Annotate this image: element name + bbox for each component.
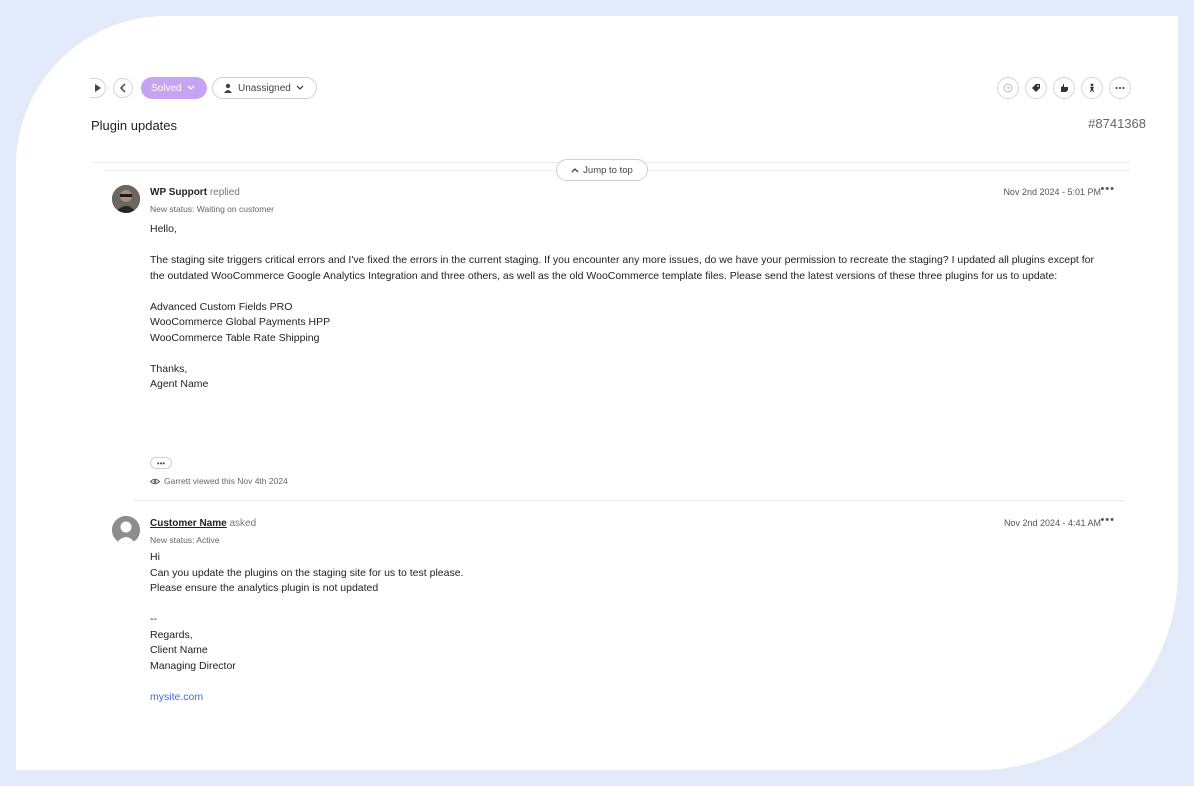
ticket-id: #8741368: [1088, 116, 1146, 131]
message-divider: [133, 500, 1125, 501]
message-line: WooCommerce Table Rate Shipping: [150, 331, 320, 344]
person-icon: [1090, 83, 1094, 92]
status-change: New status: Active: [150, 535, 220, 545]
message-line: Agent Name: [150, 378, 209, 390]
message-line: --: [150, 613, 157, 625]
message-line: WooCommerce Global Payments HPP: [150, 316, 331, 328]
clock-icon: [1003, 83, 1013, 93]
author-action: replied: [209, 187, 240, 198]
more-icon: [1115, 87, 1125, 89]
show-more-button[interactable]: •••: [150, 457, 172, 469]
status-dropdown-label: Solved: [151, 82, 182, 94]
collapse-button[interactable]: [90, 78, 106, 98]
message-line: Please ensure the analytics plugin is no…: [150, 582, 379, 594]
jump-to-top-label: Jump to top: [583, 164, 633, 176]
viewed-indicator: Garrett viewed this Nov 4th 2024: [150, 476, 288, 486]
message-line: Regards,: [150, 628, 193, 641]
message-line: Client Name: [150, 644, 208, 656]
signature-link[interactable]: mysite.com: [150, 691, 203, 703]
message-line: Managing Director: [150, 659, 236, 672]
status-change: New status: Waiting on customer: [150, 204, 274, 214]
agent-avatar-image: [112, 185, 140, 213]
message-body: Hello, The staging site triggers critica…: [150, 222, 1110, 393]
message-line: Hello,: [150, 223, 177, 235]
back-icon: [119, 83, 126, 93]
chevron-down-icon: [187, 85, 195, 90]
followers-button[interactable]: [1081, 77, 1103, 99]
timestamp: Nov 2nd 2024 - 4:41 AM: [1003, 518, 1101, 528]
snooze-button[interactable]: [997, 77, 1019, 99]
message-line: Hi: [150, 551, 160, 563]
timestamp: Nov 2nd 2024 - 5:01 PM: [1003, 187, 1101, 197]
message-paragraph: The staging site triggers critical error…: [150, 254, 1094, 282]
jump-to-top-button[interactable]: Jump to top: [556, 159, 648, 181]
more-options-button[interactable]: [1109, 77, 1131, 99]
message-more-icon[interactable]: •••: [1100, 514, 1115, 526]
play-icon: [94, 84, 101, 92]
tag-button[interactable]: [1025, 77, 1047, 99]
chevron-up-icon: [571, 168, 579, 173]
assignee-dropdown[interactable]: Unassigned: [212, 77, 317, 99]
status-dropdown[interactable]: Solved: [141, 77, 207, 99]
message-more-icon[interactable]: •••: [1100, 183, 1115, 195]
message-body: Hi Can you update the plugins on the sta…: [150, 550, 1110, 705]
avatar[interactable]: [112, 516, 140, 544]
ticket-title: Plugin updates: [91, 118, 178, 133]
assignee-icon: [224, 83, 232, 93]
tag-icon: [1032, 84, 1040, 92]
message-line: Can you update the plugins on the stagin…: [150, 566, 464, 579]
assign-to-me-button[interactable]: [1053, 77, 1075, 99]
author-action: asked: [229, 518, 257, 529]
avatar[interactable]: [112, 185, 140, 213]
back-button[interactable]: [113, 78, 133, 98]
message-line: Advanced Custom Fields PRO: [150, 300, 293, 313]
eye-icon: [150, 478, 160, 484]
ticket-toolbar: Solved Unassigned: [80, 76, 1131, 100]
hand-icon: [1061, 84, 1068, 92]
message-customer-ask: Customer Name asked New status: Active N…: [95, 514, 1115, 716]
author-name[interactable]: WP Support: [150, 187, 207, 198]
author-name[interactable]: Customer Name: [150, 518, 227, 529]
assignee-label: Unassigned: [238, 82, 291, 94]
message-agent-reply: WP Support replied New status: Waiting o…: [95, 183, 1115, 475]
viewed-text: Garrett viewed this Nov 4th 2024: [164, 476, 288, 486]
chevron-down-icon: [296, 85, 304, 90]
author-line: WP Support replied: [150, 187, 240, 198]
default-avatar-icon: [112, 516, 140, 544]
author-line: Customer Name asked: [150, 518, 256, 529]
message-line: Thanks,: [150, 362, 188, 375]
